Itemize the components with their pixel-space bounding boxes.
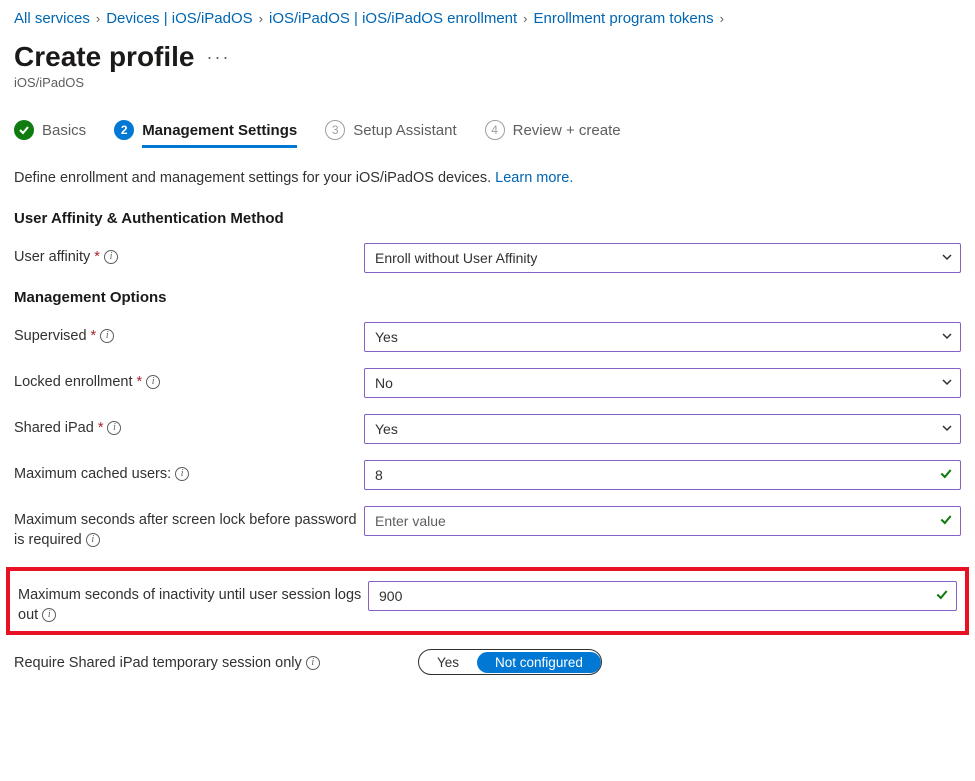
select-value: No (375, 375, 393, 391)
breadcrumb-link-devices[interactable]: Devices | iOS/iPadOS (106, 10, 252, 27)
description-body: Define enrollment and management setting… (14, 170, 495, 186)
info-icon[interactable]: i (42, 608, 56, 622)
select-value: Yes (375, 329, 398, 345)
max-seconds-inactivity-input[interactable]: 900 (368, 581, 957, 611)
user-affinity-label: User affinity (14, 247, 90, 267)
tab-basics[interactable]: Basics (14, 120, 86, 148)
select-value: Enroll without User Affinity (375, 250, 537, 266)
max-seconds-inactivity-label: Maximum seconds of inactivity until user… (18, 587, 361, 623)
chevron-right-icon: › (720, 11, 724, 26)
select-value: Yes (375, 421, 398, 437)
checkmark-icon (14, 120, 34, 140)
chevron-right-icon: › (523, 11, 527, 26)
chevron-right-icon: › (259, 11, 263, 26)
input-value: 900 (379, 588, 402, 604)
max-seconds-lock-input[interactable]: Enter value (364, 506, 961, 536)
breadcrumb-link-tokens[interactable]: Enrollment program tokens (534, 10, 714, 27)
step-number-icon: 2 (114, 120, 134, 140)
chevron-right-icon: › (96, 11, 100, 26)
required-indicator: * (91, 326, 97, 346)
info-icon[interactable]: i (104, 250, 118, 264)
page-title: Create profile (14, 41, 195, 73)
info-icon[interactable]: i (100, 329, 114, 343)
breadcrumb: All services › Devices | iOS/iPadOS › iO… (14, 10, 961, 27)
supervised-label: Supervised (14, 326, 87, 346)
locked-enrollment-select[interactable]: No (364, 368, 961, 398)
wizard-tabs: Basics 2 Management Settings 3 Setup Ass… (14, 120, 961, 148)
locked-enrollment-label: Locked enrollment (14, 372, 133, 392)
toggle-option-yes[interactable]: Yes (419, 652, 477, 673)
max-cached-users-label: Maximum cached users: (14, 464, 171, 484)
tab-label: Review + create (513, 122, 621, 139)
breadcrumb-link-all-services[interactable]: All services (14, 10, 90, 27)
info-icon[interactable]: i (306, 656, 320, 670)
tab-review-create[interactable]: 4 Review + create (485, 120, 621, 148)
input-placeholder: Enter value (375, 513, 446, 529)
require-temp-session-label: Require Shared iPad temporary session on… (14, 655, 302, 671)
breadcrumb-link-enrollment[interactable]: iOS/iPadOS | iOS/iPadOS enrollment (269, 10, 517, 27)
info-icon[interactable]: i (175, 467, 189, 481)
info-icon[interactable]: i (107, 421, 121, 435)
max-seconds-lock-label: Maximum seconds after screen lock before… (14, 512, 357, 548)
shared-ipad-select[interactable]: Yes (364, 414, 961, 444)
step-number-icon: 4 (485, 120, 505, 140)
input-value: 8 (375, 467, 383, 483)
shared-ipad-label: Shared iPad (14, 418, 94, 438)
description-text: Define enrollment and management setting… (14, 170, 961, 186)
section-heading-affinity: User Affinity & Authentication Method (14, 210, 961, 227)
required-indicator: * (94, 247, 100, 267)
step-number-icon: 3 (325, 120, 345, 140)
learn-more-link[interactable]: Learn more. (495, 170, 573, 186)
highlighted-setting: Maximum seconds of inactivity until user… (6, 567, 969, 636)
tab-label: Setup Assistant (353, 122, 456, 139)
supervised-select[interactable]: Yes (364, 322, 961, 352)
info-icon[interactable]: i (146, 375, 160, 389)
max-cached-users-input[interactable]: 8 (364, 460, 961, 490)
tab-label: Basics (42, 122, 86, 139)
required-indicator: * (98, 418, 104, 438)
section-heading-mgmt: Management Options (14, 289, 961, 306)
required-indicator: * (137, 372, 143, 392)
tab-setup-assistant[interactable]: 3 Setup Assistant (325, 120, 456, 148)
info-icon[interactable]: i (86, 533, 100, 547)
page-subtitle: iOS/iPadOS (14, 75, 961, 90)
tab-label: Management Settings (142, 122, 297, 148)
tab-management-settings[interactable]: 2 Management Settings (114, 120, 297, 148)
more-actions-button[interactable]: ··· (207, 47, 231, 68)
toggle-option-not-configured[interactable]: Not configured (477, 652, 601, 673)
user-affinity-select[interactable]: Enroll without User Affinity (364, 243, 961, 273)
require-temp-session-toggle[interactable]: Yes Not configured (418, 649, 602, 675)
